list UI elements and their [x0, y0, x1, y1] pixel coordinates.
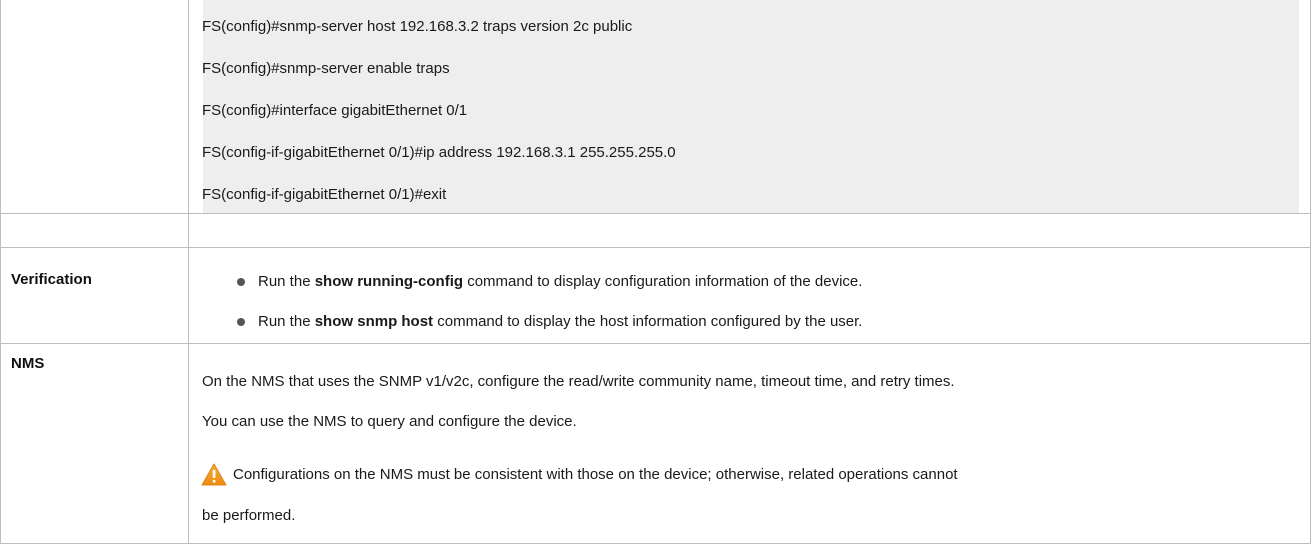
nms-label: NMS [11, 355, 45, 372]
code-line: FS(config)#snmp-server enable traps [202, 60, 450, 77]
verification-label: Verification [11, 271, 92, 288]
table-border-left [0, 0, 1, 544]
row-divider [0, 213, 1311, 214]
command-name: show snmp host [314, 313, 434, 330]
code-line: FS(config-if-gigabitEthernet 0/1)#exit [202, 186, 447, 203]
warning-triangle-icon [201, 463, 227, 486]
row-divider [0, 247, 1311, 248]
warning-text: Configurations on the NMS must be consis… [233, 466, 958, 483]
nms-paragraph: On the NMS that uses the SNMP v1/v2c, co… [202, 373, 955, 390]
bullet-icon [237, 278, 245, 286]
bullet-icon [237, 318, 245, 326]
warning-text: be performed. [202, 507, 296, 524]
nms-paragraph: You can use the NMS to query and configu… [202, 413, 577, 430]
config-table: FS(config)#snmp-server host 192.168.3.2 … [0, 0, 1312, 544]
code-line: FS(config)#snmp-server host 192.168.3.2 … [202, 18, 633, 35]
column-divider [188, 0, 189, 544]
command-name: show running-config [314, 273, 464, 290]
code-line: FS(config)#interface gigabitEthernet 0/1 [202, 102, 468, 119]
row-divider [0, 343, 1311, 344]
bullet-text: Run the show running-config command to d… [258, 273, 863, 290]
code-line: FS(config-if-gigabitEthernet 0/1)#ip add… [202, 144, 676, 161]
table-border-right [1310, 0, 1311, 544]
bullet-text: Run the show snmp host command to displa… [258, 313, 863, 330]
